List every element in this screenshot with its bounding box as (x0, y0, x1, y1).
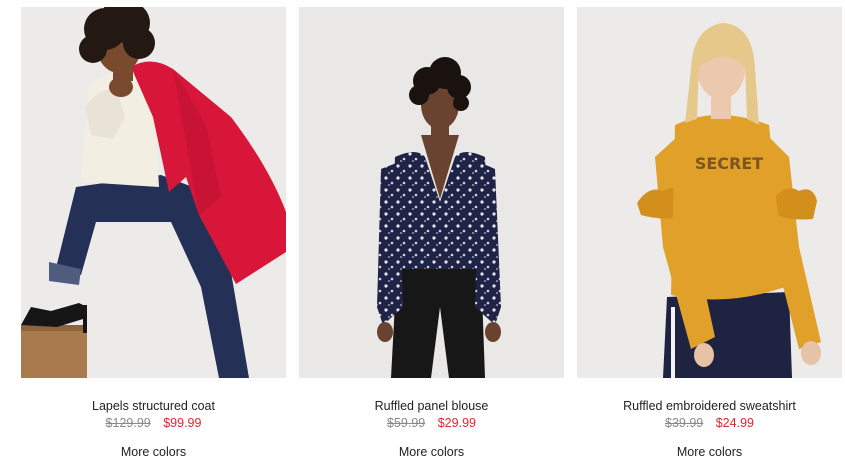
product-name[interactable]: Lapels structured coat (21, 398, 286, 414)
product-prices: $59.99 $29.99 (299, 415, 564, 431)
product-photo-illustration (299, 7, 564, 378)
product-prices: $129.99 $99.99 (21, 415, 286, 431)
sale-price: $24.99 (715, 416, 754, 430)
product-name[interactable]: Ruffled panel blouse (299, 398, 564, 414)
svg-text:SECRET: SECRET (695, 154, 763, 173)
product-photo-illustration: SECRET (577, 7, 842, 378)
original-price: $39.99 (665, 416, 704, 430)
product-card: Ruffled panel blouse $59.99 $29.99 More … (299, 7, 564, 462)
more-colors-link[interactable]: More colors (299, 444, 564, 460)
product-card: Lapels structured coat $129.99 $99.99 Mo… (21, 7, 286, 462)
product-photo-illustration (21, 7, 286, 378)
more-colors-link[interactable]: More colors (21, 444, 286, 460)
sale-price: $29.99 (437, 416, 476, 430)
original-price: $129.99 (105, 416, 151, 430)
product-image[interactable] (21, 7, 286, 378)
more-colors-link[interactable]: More colors (577, 444, 842, 460)
product-card: SECRET Ruffled embroidered sweatshirt $3… (577, 7, 842, 462)
original-price: $59.99 (387, 416, 426, 430)
product-grid: Lapels structured coat $129.99 $99.99 Mo… (0, 0, 845, 462)
sale-price: $99.99 (163, 416, 202, 430)
product-name[interactable]: Ruffled embroidered sweatshirt (577, 398, 842, 414)
product-prices: $39.99 $24.99 (577, 415, 842, 431)
product-image[interactable] (299, 7, 564, 378)
product-image[interactable]: SECRET (577, 7, 842, 378)
